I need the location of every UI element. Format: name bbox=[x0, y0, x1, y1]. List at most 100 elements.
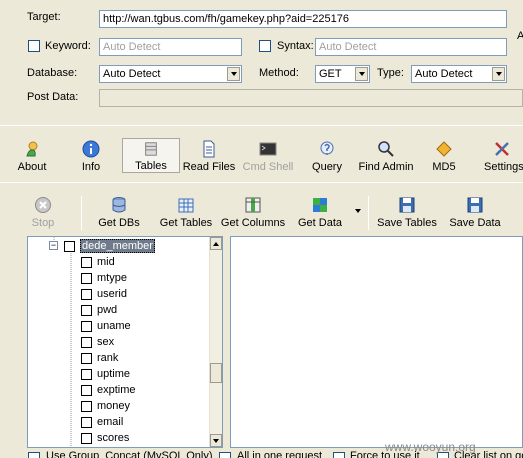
all-in-one-checkbox[interactable] bbox=[219, 452, 231, 458]
scroll-up-icon[interactable] bbox=[210, 237, 222, 250]
md5-label: MD5 bbox=[432, 161, 456, 173]
tree-checkbox[interactable] bbox=[64, 240, 75, 252]
column-name: scores bbox=[97, 432, 130, 444]
tree-column-item[interactable]: rank bbox=[81, 350, 118, 366]
chevron-down-icon[interactable] bbox=[355, 67, 368, 81]
tree-checkbox[interactable] bbox=[81, 432, 92, 444]
savetables-label: Save Tables bbox=[377, 217, 437, 229]
stop-button[interactable]: Stop bbox=[30, 196, 56, 229]
edge-label: A bbox=[517, 30, 523, 42]
collapse-icon[interactable]: − bbox=[49, 241, 58, 250]
column-name: email bbox=[97, 416, 124, 428]
tree-checkbox[interactable] bbox=[81, 368, 92, 380]
cmdshell-label: Cmd Shell bbox=[242, 161, 294, 173]
about-button[interactable]: About bbox=[14, 140, 50, 173]
tree-checkbox[interactable] bbox=[81, 320, 92, 332]
tree-checkbox[interactable] bbox=[81, 272, 92, 284]
column-name: money bbox=[97, 400, 131, 412]
tree-scrollbar[interactable] bbox=[209, 237, 222, 447]
tree-table-node[interactable]: dede_member bbox=[64, 238, 155, 254]
postdata-input[interactable] bbox=[99, 89, 523, 107]
floppy-icon bbox=[399, 197, 415, 213]
findadmin-button[interactable]: Find Admin bbox=[358, 140, 414, 173]
tables-label: Tables bbox=[135, 160, 167, 172]
tree-column-item[interactable]: sex bbox=[81, 334, 114, 350]
getdata-label: Get Data bbox=[297, 217, 343, 229]
query-button[interactable]: Query bbox=[310, 140, 344, 173]
info-button[interactable]: Info bbox=[76, 140, 106, 173]
tree-checkbox[interactable] bbox=[81, 384, 92, 396]
document-icon bbox=[203, 140, 215, 158]
tree-checkbox[interactable] bbox=[81, 416, 92, 428]
readfiles-button[interactable]: Read Files bbox=[183, 140, 235, 173]
divider bbox=[0, 182, 523, 183]
tree-column-item[interactable]: uname bbox=[81, 318, 131, 334]
stop-label: Stop bbox=[31, 217, 55, 229]
tree-column-item[interactable]: userid bbox=[81, 286, 127, 302]
scroll-down-icon[interactable] bbox=[210, 434, 222, 447]
settings-button[interactable]: Settings bbox=[481, 140, 523, 173]
chevron-down-icon[interactable] bbox=[227, 67, 240, 81]
tree-column-item[interactable]: uptime bbox=[81, 366, 130, 382]
column-name: uptime bbox=[97, 368, 131, 380]
force-checkbox[interactable] bbox=[333, 452, 345, 458]
group-concat-label: Use Group_Concat (MySQL Only) bbox=[46, 450, 213, 458]
group-concat-checkbox[interactable] bbox=[28, 452, 40, 458]
savedata-label: Save Data bbox=[449, 217, 501, 229]
column-name: pwd bbox=[97, 304, 118, 316]
type-select[interactable]: Auto Detect bbox=[411, 65, 507, 83]
all-in-one-label: All in one request bbox=[237, 450, 322, 458]
target-input[interactable]: http://wan.tgbus.com/fh/gamekey.php?aid=… bbox=[99, 10, 507, 28]
getdbs-button[interactable]: Get DBs bbox=[98, 196, 140, 229]
getdata-button[interactable]: Get Data bbox=[296, 196, 344, 229]
column-name: mid bbox=[97, 256, 115, 268]
type-label: Type: bbox=[377, 67, 404, 79]
md5-button[interactable]: MD5 bbox=[431, 140, 457, 173]
gettables-button[interactable]: Get Tables bbox=[158, 196, 214, 229]
tree-column-item[interactable]: exptime bbox=[81, 382, 136, 398]
tree-column-item[interactable]: email bbox=[81, 414, 123, 430]
getdbs-label: Get DBs bbox=[98, 217, 140, 229]
info-label: Info bbox=[81, 161, 101, 173]
tree-column-item[interactable]: scores bbox=[81, 430, 129, 446]
info-icon bbox=[82, 140, 100, 158]
syntax-checkbox[interactable] bbox=[259, 40, 271, 52]
type-value: Auto Detect bbox=[415, 68, 473, 80]
toolbar-separator bbox=[81, 196, 82, 230]
tables-tree[interactable]: − dede_member mid mtype userid pwd uname… bbox=[27, 236, 223, 448]
tree-checkbox[interactable] bbox=[81, 304, 92, 316]
chevron-down-icon[interactable] bbox=[492, 67, 505, 81]
method-select[interactable]: GET bbox=[315, 65, 370, 83]
database-select[interactable]: Auto Detect bbox=[99, 65, 242, 83]
table-icon bbox=[178, 198, 194, 213]
tree-checkbox[interactable] bbox=[81, 400, 92, 412]
grid-icon bbox=[313, 198, 327, 212]
tree-checkbox[interactable] bbox=[81, 336, 92, 348]
database-value: Auto Detect bbox=[103, 68, 161, 80]
savetables-button[interactable]: Save Tables bbox=[376, 196, 438, 229]
column-name: sex bbox=[97, 336, 115, 348]
tree-column-item[interactable]: mid bbox=[81, 254, 115, 270]
keyword-input[interactable]: Auto Detect bbox=[99, 38, 242, 56]
keyword-checkbox[interactable] bbox=[28, 40, 40, 52]
tree-column-item[interactable]: pwd bbox=[81, 302, 117, 318]
settings-icon bbox=[495, 142, 509, 156]
tree-checkbox[interactable] bbox=[81, 352, 92, 364]
getcolumns-button[interactable]: Get Columns bbox=[221, 196, 285, 229]
tree-checkbox[interactable] bbox=[81, 288, 92, 300]
dropdown-arrow-icon[interactable] bbox=[355, 209, 361, 213]
scroll-thumb[interactable] bbox=[210, 363, 222, 383]
savedata-button[interactable]: Save Data bbox=[448, 196, 502, 229]
data-panel[interactable] bbox=[230, 236, 523, 448]
tables-button[interactable]: Tables bbox=[122, 138, 180, 173]
tree-checkbox[interactable] bbox=[81, 256, 92, 268]
syntax-label: Syntax: bbox=[277, 40, 314, 52]
tree-column-item[interactable]: money bbox=[81, 398, 130, 414]
toolbar-separator bbox=[368, 196, 369, 230]
tree-column-item[interactable]: mtype bbox=[81, 270, 127, 286]
cmdshell-button[interactable]: Cmd Shell bbox=[243, 140, 293, 173]
tables-icon bbox=[145, 142, 157, 156]
method-label: Method: bbox=[259, 67, 299, 79]
md5-icon bbox=[436, 141, 452, 157]
syntax-input[interactable]: Auto Detect bbox=[315, 38, 507, 56]
